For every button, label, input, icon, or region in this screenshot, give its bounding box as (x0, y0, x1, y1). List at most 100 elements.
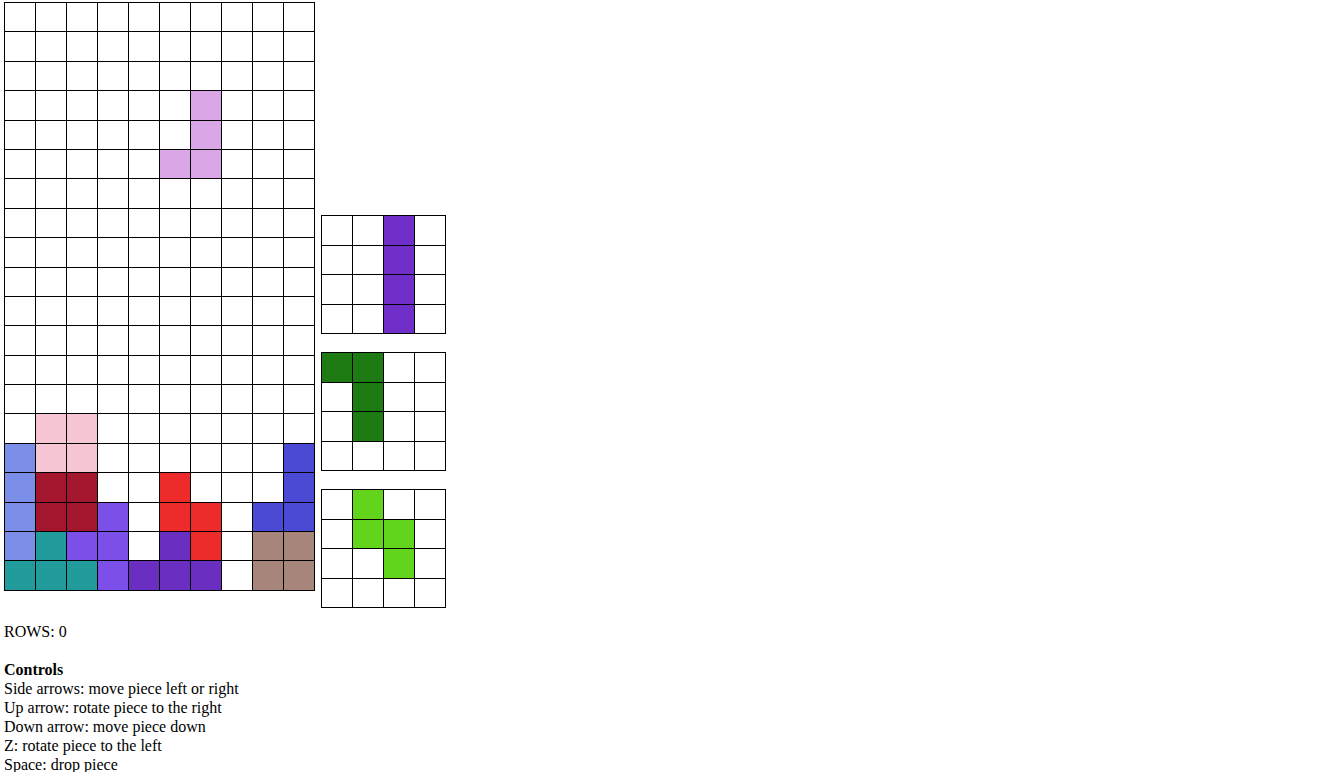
board-cell (160, 385, 190, 413)
board-cell (36, 268, 66, 296)
preview-cell (384, 442, 414, 471)
controls-heading: Controls (4, 660, 1330, 679)
board-cell (98, 414, 128, 442)
board-cell (5, 444, 35, 472)
board-cell (129, 532, 159, 560)
board-cell (36, 444, 66, 472)
preview-cell (415, 412, 445, 441)
preview-cell (415, 579, 445, 608)
board-cell (191, 268, 221, 296)
board-cell (36, 150, 66, 178)
board-cell (160, 297, 190, 325)
board-cell (160, 91, 190, 119)
board-cell (98, 121, 128, 149)
preview-cell (384, 383, 414, 412)
board-cell (160, 150, 190, 178)
board-cell (129, 268, 159, 296)
preview-cell (415, 549, 445, 578)
board-cell (129, 561, 159, 589)
board-cell (284, 326, 314, 354)
board-cell (98, 32, 128, 60)
board-cell (98, 561, 128, 589)
preview-cell (353, 353, 383, 382)
board-cell (129, 179, 159, 207)
board-cell (253, 32, 283, 60)
next-piece-preview (321, 352, 446, 471)
board-cell (67, 91, 97, 119)
preview-cell (353, 305, 383, 334)
board-cell (129, 3, 159, 31)
board-cell (129, 238, 159, 266)
board-cell (5, 473, 35, 501)
board-cell (253, 238, 283, 266)
board-cell (67, 62, 97, 90)
board-cell (284, 32, 314, 60)
board-cell (191, 297, 221, 325)
board-cell (129, 297, 159, 325)
board-cell (253, 532, 283, 560)
board-cell (284, 209, 314, 237)
board-cell (129, 32, 159, 60)
board-cell (129, 473, 159, 501)
board-cell (5, 503, 35, 531)
board-cell (36, 91, 66, 119)
board-cell (222, 473, 252, 501)
board-cell (253, 326, 283, 354)
preview-cell (322, 353, 352, 382)
board-cell (98, 473, 128, 501)
board-cell (67, 3, 97, 31)
board-cell (191, 3, 221, 31)
board-cell (284, 3, 314, 31)
board-cell (160, 209, 190, 237)
board-cell (253, 268, 283, 296)
board-cell (129, 209, 159, 237)
board-cell (222, 91, 252, 119)
board-cell (222, 326, 252, 354)
board-cell (253, 414, 283, 442)
board-cell (191, 179, 221, 207)
board-cell (129, 150, 159, 178)
board-cell (98, 91, 128, 119)
board-cell (98, 297, 128, 325)
control-item: Space: drop piece (4, 755, 1330, 772)
board-cell (160, 561, 190, 589)
preview-cell (322, 305, 352, 334)
board-cell (284, 238, 314, 266)
board-cell (98, 179, 128, 207)
preview-cell (384, 412, 414, 441)
board-cell (160, 444, 190, 472)
board-cell (36, 326, 66, 354)
board-cell (253, 62, 283, 90)
control-item: Z: rotate piece to the left (4, 736, 1330, 755)
preview-cell (415, 520, 445, 549)
board-cell (191, 91, 221, 119)
board-cell (67, 532, 97, 560)
board-cell (191, 444, 221, 472)
board-cell (222, 209, 252, 237)
board-cell (222, 444, 252, 472)
rows-counter: ROWS: 0 (4, 622, 1330, 641)
board-cell (67, 473, 97, 501)
board-cell (253, 3, 283, 31)
next-piece-preview (321, 489, 446, 608)
board-cell (253, 444, 283, 472)
preview-cell (322, 579, 352, 608)
board-cell (36, 473, 66, 501)
board-cell (253, 356, 283, 384)
board-cell (222, 561, 252, 589)
board-cell (36, 62, 66, 90)
preview-cell (384, 246, 414, 275)
board-cell (253, 121, 283, 149)
next-piece-preview (321, 215, 446, 334)
board-cell (5, 561, 35, 589)
board-cell (222, 3, 252, 31)
board-cell (36, 32, 66, 60)
board-cell (129, 326, 159, 354)
preview-cell (384, 216, 414, 245)
board-cell (5, 414, 35, 442)
board-cell (284, 444, 314, 472)
preview-cell (353, 412, 383, 441)
board-cell (36, 561, 66, 589)
board-cell (253, 385, 283, 413)
board-cell (98, 62, 128, 90)
